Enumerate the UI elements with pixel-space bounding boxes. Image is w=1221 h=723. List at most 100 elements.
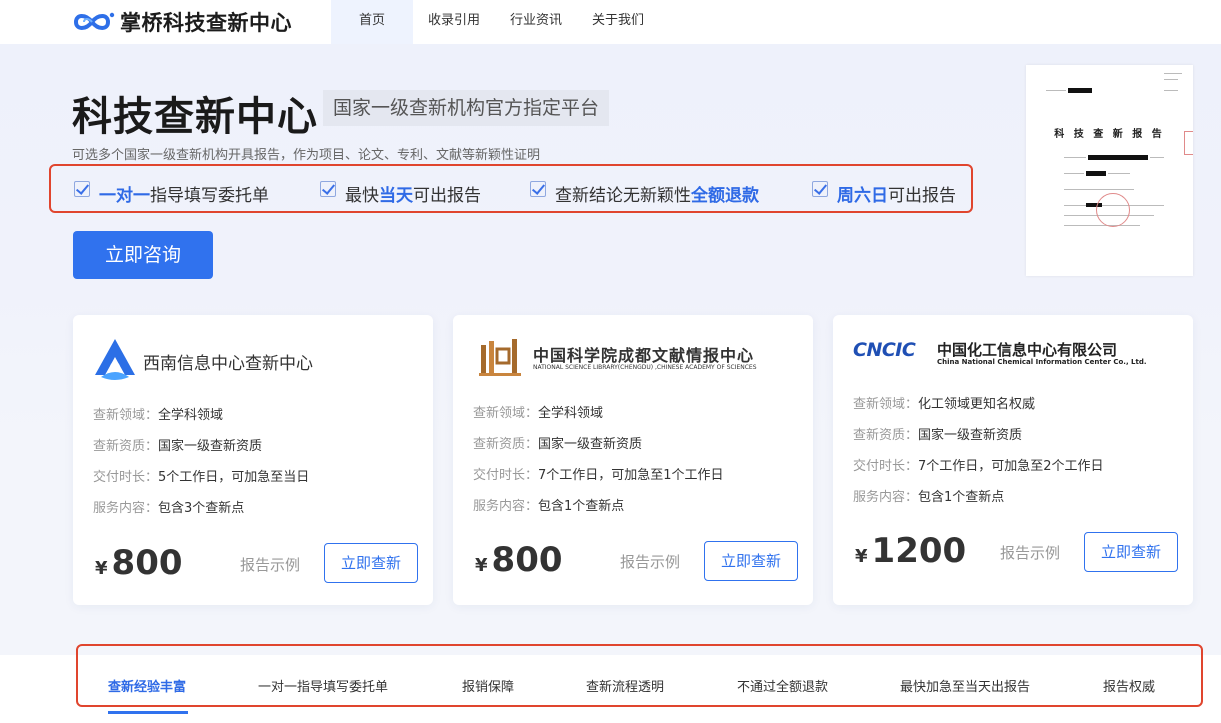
report-line [1064,225,1140,226]
info-key: 交付时长： [473,468,539,483]
redaction-bar [1068,88,1092,93]
info-key: 服务内容： [473,499,539,514]
chengdu-library-logo-icon [479,339,521,376]
price: ¥800 [95,543,183,583]
info-value: 包含1个查新点 [538,499,625,514]
report-thumbnail[interactable]: 科 技 查 新 报 告 [1026,65,1193,276]
sample-report-link[interactable]: 报告示例 [1000,542,1060,563]
agency-name-en: NATIONAL SCIENCE LIBRARY(CHENGDU) ,CHINE… [533,364,757,371]
price: ¥800 [475,540,563,580]
feature-weekend: 周六日 可出报告 [812,180,956,206]
info-value: 全学科领域 [158,408,224,423]
feature-highlight: 周六日 [837,185,888,206]
tab-authoritative-report[interactable]: 报告权威 [1103,676,1155,695]
checkbox-icon [812,181,828,197]
report-line [1046,90,1066,91]
currency-symbol: ¥ [475,555,488,576]
tab-full-refund[interactable]: 不通过全额退款 [737,676,828,695]
hero-tag: 国家一级查新机构官方指定平台 [323,90,610,126]
feature-highlight: 全额退款 [691,185,759,206]
info-key: 交付时长： [93,470,159,485]
start-search-button[interactable]: 立即查新 [704,541,798,581]
agency-card-chengdu: 中国科学院成都文献情报中心 NATIONAL SCIENCE LIBRARY(C… [453,315,813,605]
info-row-delivery: 交付时长：7个工作日，可加急至1个工作日 [473,464,724,483]
price-value: 1200 [871,531,967,571]
info-key: 查新领域： [93,408,159,423]
info-value: 5个工作日，可加急至当日 [158,470,310,485]
agency-name-en: China National Chemical Information Cent… [937,358,1147,366]
feature-text: 可出报告 [888,185,956,206]
nav-home[interactable]: 首页 [331,0,413,44]
info-value: 包含1个查新点 [918,490,1005,505]
tab-same-day-report[interactable]: 最快加急至当天出报告 [900,676,1030,695]
infinity-logo-icon [73,12,115,30]
consult-button[interactable]: 立即咨询 [73,231,213,279]
checkbox-icon [320,181,336,197]
start-search-button[interactable]: 立即查新 [1084,532,1178,572]
info-key: 交付时长： [853,459,919,474]
info-row-service: 服务内容：包含1个查新点 [473,495,624,514]
feature-same-day: 最快 当天 可出报告 [320,180,481,206]
report-line [1164,90,1178,91]
info-row-service: 服务内容：包含1个查新点 [853,486,1004,505]
nav-news[interactable]: 行业资讯 [495,0,577,44]
info-key: 查新资质： [853,428,919,443]
info-key: 查新资质： [473,437,539,452]
agency-name: 中国科学院成都文献情报中心 [533,346,755,365]
report-title: 科 技 查 新 报 告 [1054,129,1165,140]
price-value: 800 [111,543,183,583]
hero-title: 科技查新中心 [72,94,318,140]
info-value: 7个工作日，可加急至2个工作日 [918,459,1104,474]
price: ¥1200 [855,531,966,571]
nav-about[interactable]: 关于我们 [577,0,659,44]
tab-experience[interactable]: 查新经验丰富 [108,676,186,695]
currency-symbol: ¥ [855,546,868,567]
info-row-service: 服务内容：包含3个查新点 [93,497,244,516]
report-line [1064,173,1084,174]
info-key: 服务内容： [93,501,159,516]
redaction-bar [1086,171,1106,176]
feature-refund: 查新结论无新颖性 全额退款 [530,180,759,206]
sample-report-link[interactable]: 报告示例 [620,551,680,572]
brand-name: 掌桥科技查新中心 [120,11,292,35]
info-key: 服务内容： [853,490,919,505]
feature-text: 最快 [345,185,379,206]
report-line [1164,79,1178,80]
feature-highlight: 当天 [379,185,413,206]
info-value: 包含3个查新点 [158,501,245,516]
tab-transparent-process[interactable]: 查新流程透明 [586,676,664,695]
report-stamp [1096,193,1130,227]
report-line [1164,73,1182,74]
info-row-field: 查新领域：化工领域更知名权威 [853,393,1035,412]
checkbox-icon [74,181,90,197]
report-line [1064,157,1086,158]
info-key: 查新资质： [93,439,159,454]
info-key: 查新领域： [853,397,919,412]
info-row-qualification: 查新资质：国家一级查新资质 [473,433,642,452]
sample-report-link[interactable]: 报告示例 [240,554,300,575]
report-line [1108,173,1130,174]
feature-text: 查新结论无新颖性 [555,185,691,206]
info-value: 国家一级查新资质 [158,439,263,454]
brand-logo[interactable]: 掌桥科技查新中心 [72,6,292,38]
info-key: 查新领域： [473,406,539,421]
agency-card-cncic: CNCIC 中国化工信息中心有限公司 China National Chemic… [833,315,1193,605]
tab-reimbursement[interactable]: 报销保障 [462,676,514,695]
price-value: 800 [491,540,563,580]
currency-symbol: ¥ [95,558,108,579]
info-row-field: 查新领域：全学科领域 [473,402,603,421]
nav-citation[interactable]: 收录引用 [413,0,495,44]
southwest-logo-icon [95,339,135,380]
info-row-delivery: 交付时长：7个工作日，可加急至2个工作日 [853,455,1104,474]
feature-one-on-one: 一对一 指导填写委托单 [74,180,269,206]
info-row-qualification: 查新资质：国家一级查新资质 [93,435,262,454]
feature-text: 指导填写委托单 [150,185,269,206]
info-row-field: 查新领域：全学科领域 [93,404,223,423]
report-line [1150,157,1164,158]
start-search-button[interactable]: 立即查新 [324,543,418,583]
info-row-qualification: 查新资质：国家一级查新资质 [853,424,1022,443]
info-value: 国家一级查新资质 [918,428,1023,443]
tab-one-on-one[interactable]: 一对一指导填写委托单 [258,676,388,695]
report-line [1064,189,1134,190]
info-value: 7个工作日，可加急至1个工作日 [538,468,724,483]
